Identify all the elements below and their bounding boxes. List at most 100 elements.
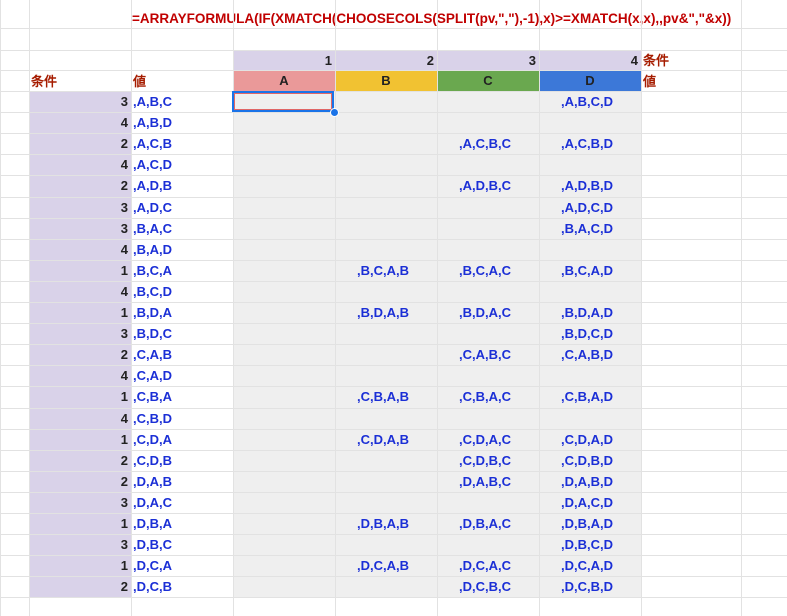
output-value[interactable]: ,C,A,B,C [459,344,511,365]
condition-value[interactable]: 4 [29,154,131,175]
condition-value[interactable]: 2 [29,344,131,365]
output-value[interactable]: ,C,D,B,D [561,450,613,471]
path-value[interactable]: ,A,D,C [133,197,172,218]
output-cell-bg [335,133,437,154]
output-cell-bg [437,492,539,513]
path-value[interactable]: ,A,C,D [133,154,172,175]
condition-value[interactable]: 1 [29,555,131,576]
output-cell-bg [437,365,539,386]
path-value[interactable]: ,C,A,B [133,344,172,365]
output-cell-bg [335,154,437,175]
condition-value[interactable]: 1 [29,302,131,323]
condition-value[interactable]: 4 [29,408,131,429]
condition-value[interactable]: 3 [29,534,131,555]
path-value[interactable]: ,D,B,A [133,513,172,534]
condition-value[interactable]: 1 [29,429,131,450]
output-value[interactable]: ,A,D,B,D [561,175,613,196]
condition-value[interactable]: 2 [29,450,131,471]
path-value[interactable]: ,C,B,A [133,386,172,407]
output-value[interactable]: ,B,C,A,D [561,260,613,281]
output-value[interactable]: ,C,D,B,C [459,450,511,471]
output-value[interactable]: ,C,A,B,D [561,344,613,365]
output-value[interactable]: ,D,C,A,B [357,555,409,576]
path-value[interactable]: ,B,D,A [133,302,172,323]
output-value[interactable]: ,D,C,B,D [561,576,613,597]
path-value[interactable]: ,C,D,B [133,450,172,471]
output-value[interactable]: ,D,B,A,B [357,513,409,534]
output-cell-bg [233,471,335,492]
output-value[interactable]: ,A,C,B,D [561,133,613,154]
output-value[interactable]: ,B,D,A,B [357,302,409,323]
condition-value[interactable]: 2 [29,133,131,154]
path-value[interactable]: ,D,A,C [133,492,172,513]
path-value[interactable]: ,A,D,B [133,175,172,196]
condition-value[interactable]: 4 [29,112,131,133]
output-value[interactable]: ,B,D,C,D [561,323,613,344]
condition-value[interactable]: 3 [29,323,131,344]
selected-cell[interactable] [232,91,334,112]
condition-value[interactable]: 4 [29,281,131,302]
output-value[interactable]: ,D,B,C,D [561,534,613,555]
spreadsheet-grid[interactable]: =ARRAYFORMULA(IF(XMATCH(CHOOSECOLS(SPLIT… [0,0,787,616]
output-value[interactable]: ,B,C,A,B [357,260,409,281]
path-value[interactable]: ,C,B,D [133,408,172,429]
output-value[interactable]: ,C,B,A,D [561,386,613,407]
column-number: 3 [528,53,536,68]
output-value[interactable]: ,B,A,C,D [561,218,613,239]
output-cell-bg [539,112,641,133]
output-value[interactable]: ,D,B,A,C [459,513,511,534]
output-value[interactable]: ,B,D,A,D [561,302,613,323]
path-value[interactable]: ,A,B,C [133,91,172,112]
output-value[interactable]: ,D,C,A,D [561,555,613,576]
output-value[interactable]: ,C,D,A,D [561,429,613,450]
output-cell-bg [335,344,437,365]
condition-value[interactable]: 3 [29,218,131,239]
condition-value[interactable]: 2 [29,576,131,597]
path-value[interactable]: ,B,A,C [133,218,172,239]
path-value[interactable]: ,B,C,A [133,260,172,281]
output-value[interactable]: ,D,C,B,C [459,576,511,597]
condition-value[interactable]: 4 [29,365,131,386]
path-value[interactable]: ,D,C,A [133,555,172,576]
path-value[interactable]: ,B,C,D [133,281,172,302]
condition-value[interactable]: 1 [29,513,131,534]
condition-value[interactable]: 3 [29,197,131,218]
output-value[interactable]: ,A,D,C,D [561,197,613,218]
condition-value[interactable]: 2 [29,471,131,492]
output-cell-bg [233,408,335,429]
output-value[interactable]: ,A,D,B,C [459,175,511,196]
path-value[interactable]: ,B,D,C [133,323,172,344]
output-value[interactable]: ,C,D,A,B [357,429,409,450]
output-value[interactable]: ,A,C,B,C [459,133,511,154]
output-value[interactable]: ,D,A,B,C [459,471,511,492]
output-value[interactable]: ,C,D,A,C [459,429,511,450]
output-value[interactable]: ,D,B,A,D [561,513,613,534]
path-value[interactable]: ,A,B,D [133,112,172,133]
output-value[interactable]: ,B,D,A,C [459,302,511,323]
output-value[interactable]: ,B,C,A,C [459,260,511,281]
condition-value[interactable]: 4 [29,239,131,260]
output-cell-bg [233,112,335,133]
output-value[interactable]: ,D,A,B,D [561,471,613,492]
output-value[interactable]: ,D,C,A,C [459,555,511,576]
path-value[interactable]: ,C,D,A [133,429,172,450]
path-value[interactable]: ,D,A,B [133,471,172,492]
output-value[interactable]: ,C,B,A,B [357,386,409,407]
path-value[interactable]: ,A,C,B [133,133,172,154]
output-value[interactable]: ,A,B,C,D [561,91,613,112]
condition-value[interactable]: 3 [29,91,131,112]
condition-value[interactable]: 1 [29,386,131,407]
fill-handle[interactable] [330,108,339,117]
condition-value[interactable]: 3 [29,492,131,513]
condition-value[interactable]: 1 [29,260,131,281]
grid-vline [741,0,742,616]
output-value[interactable]: ,C,B,A,C [459,386,511,407]
path-value[interactable]: ,C,A,D [133,365,172,386]
path-value[interactable]: ,B,A,D [133,239,172,260]
path-value[interactable]: ,D,C,B [133,576,172,597]
output-value[interactable]: ,D,A,C,D [561,492,613,513]
path-value[interactable]: ,D,B,C [133,534,172,555]
condition-value[interactable]: 2 [29,175,131,196]
output-cell-bg [233,175,335,197]
output-cell-bg [335,365,437,386]
